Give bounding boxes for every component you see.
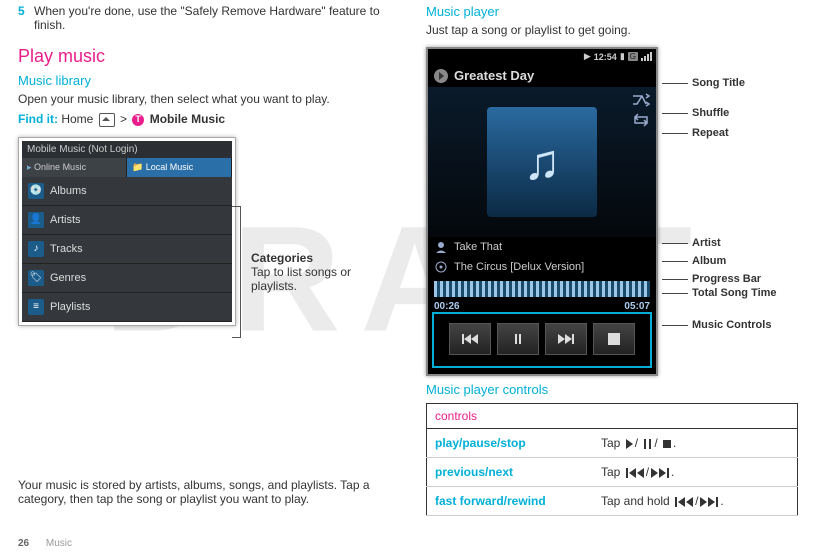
play-icon xyxy=(626,439,633,449)
music-note-icon: ♫ xyxy=(523,133,561,191)
label-total-time: Total Song Time xyxy=(692,287,777,299)
table-row: fast forward/rewind Tap and hold /. xyxy=(427,487,798,516)
artist-name: Take That xyxy=(454,241,502,253)
row-prefix: Tap xyxy=(601,465,620,479)
row-label-ffrw: fast forward/rewind xyxy=(427,487,594,516)
row-label-prevnext: previous/next xyxy=(427,458,594,487)
controls-table-header: controls xyxy=(427,404,798,429)
label-song-title: Song Title xyxy=(692,77,745,89)
row-label-playpause: play/pause/stop xyxy=(427,429,594,458)
music-controls-highlight xyxy=(432,312,652,368)
album-icon xyxy=(434,260,448,274)
row-suffix: . xyxy=(671,465,674,479)
fastforward-icon xyxy=(700,497,718,507)
section-play-music: Play music xyxy=(18,46,390,67)
artist-row: Take That xyxy=(428,237,656,257)
album-art: ♫ xyxy=(487,107,597,217)
elapsed-time: 00:26 xyxy=(434,301,460,312)
find-it-path: Find it: Home > Mobile Music xyxy=(18,112,390,127)
battery-icon: ▮ xyxy=(620,51,625,62)
status-time: 12:54 xyxy=(594,52,617,62)
row-prefix: Tap xyxy=(601,436,620,450)
library-after-text: Your music is stored by artists, albums,… xyxy=(18,478,390,506)
table-row: previous/next Tap /. xyxy=(427,458,798,487)
find-it-app: Mobile Music xyxy=(150,112,225,126)
subsection-music-library: Music library xyxy=(18,73,390,88)
album-row: The Circus [Delux Version] xyxy=(428,257,656,277)
next-button[interactable] xyxy=(545,323,587,355)
annotation-title: Categories xyxy=(251,251,381,265)
label-progress: Progress Bar xyxy=(692,273,761,285)
home-icon xyxy=(99,113,115,127)
tab-online-music[interactable]: ▸ Online Music xyxy=(22,158,127,177)
step-number: 5 xyxy=(18,4,34,32)
brace-icon xyxy=(232,206,241,338)
artists-icon: 👤 xyxy=(28,212,44,228)
stop-button[interactable] xyxy=(593,323,635,355)
left-column: 5 When you're done, use the "Safely Remo… xyxy=(0,0,408,520)
label-shuffle: Shuffle xyxy=(692,107,729,119)
genres-icon: 🏷 xyxy=(28,270,44,286)
right-column: Music player Just tap a song or playlist… xyxy=(408,0,816,520)
album-name: The Circus [Delux Version] xyxy=(454,261,584,273)
find-it-sep: > xyxy=(120,112,127,126)
subsection-player-controls: Music player controls xyxy=(426,382,798,397)
playlists-icon: ≡ xyxy=(28,299,44,315)
row-suffix: . xyxy=(720,494,723,508)
page-footer: 26 Music xyxy=(18,538,72,549)
label-repeat: Repeat xyxy=(692,127,729,139)
row-prefix: Tap and hold xyxy=(601,494,670,508)
albums-icon: 💿 xyxy=(28,183,44,199)
label-album: Album xyxy=(692,255,726,267)
find-it-label: Find it: xyxy=(18,112,58,126)
artist-icon xyxy=(434,240,448,254)
previous-button[interactable] xyxy=(449,323,491,355)
controls-table: controls play/pause/stop Tap / / . previ… xyxy=(426,403,798,516)
footer-section: Music xyxy=(46,538,72,549)
step-5: 5 When you're done, use the "Safely Remo… xyxy=(18,4,390,32)
mobile-music-app-icon xyxy=(132,114,144,126)
subsection-music-player: Music player xyxy=(426,4,798,19)
total-time: 05:07 xyxy=(624,301,650,312)
progress-bar[interactable] xyxy=(434,281,650,297)
library-row-albums[interactable]: 💿Albums xyxy=(22,177,232,206)
step-text: When you're done, use the "Safely Remove… xyxy=(34,4,390,32)
label-music-controls: Music Controls xyxy=(692,319,771,331)
row-suffix: . xyxy=(673,436,676,450)
play-indicator-icon: ▶ xyxy=(584,51,591,62)
find-it-home: Home xyxy=(61,112,93,126)
next-icon xyxy=(651,468,669,478)
song-title: Greatest Day xyxy=(454,68,534,83)
pause-icon xyxy=(643,439,652,449)
stop-icon xyxy=(663,440,671,448)
now-playing-icon xyxy=(434,69,448,83)
annotation-body: Tap to list songs or playlists. xyxy=(251,265,381,293)
rewind-icon xyxy=(675,497,693,507)
tab-local-music[interactable]: 📁 Local Music xyxy=(127,158,232,177)
signal-icon xyxy=(641,52,652,61)
library-intro-text: Open your music library, then select wha… xyxy=(18,92,390,106)
label-artist: Artist xyxy=(692,237,721,249)
player-intro-text: Just tap a song or playlist to get going… xyxy=(426,23,798,37)
network-g-badge: G xyxy=(628,52,638,61)
page-number: 26 xyxy=(18,538,29,549)
tracks-icon: ♪ xyxy=(28,241,44,257)
repeat-icon[interactable] xyxy=(632,113,650,127)
library-window-title: Mobile Music (Not Login) xyxy=(22,141,232,158)
status-bar: ▶ 12:54 ▮ G xyxy=(428,49,656,64)
music-player-screenshot: ▶ 12:54 ▮ G Greatest Day ♫ xyxy=(426,47,658,376)
player-annotation-labels: Song Title Shuffle Repeat Artist Album P… xyxy=(662,47,777,333)
pause-button[interactable] xyxy=(497,323,539,355)
table-row: play/pause/stop Tap / / . xyxy=(427,429,798,458)
shuffle-icon[interactable] xyxy=(632,93,650,107)
prev-icon xyxy=(626,468,644,478)
